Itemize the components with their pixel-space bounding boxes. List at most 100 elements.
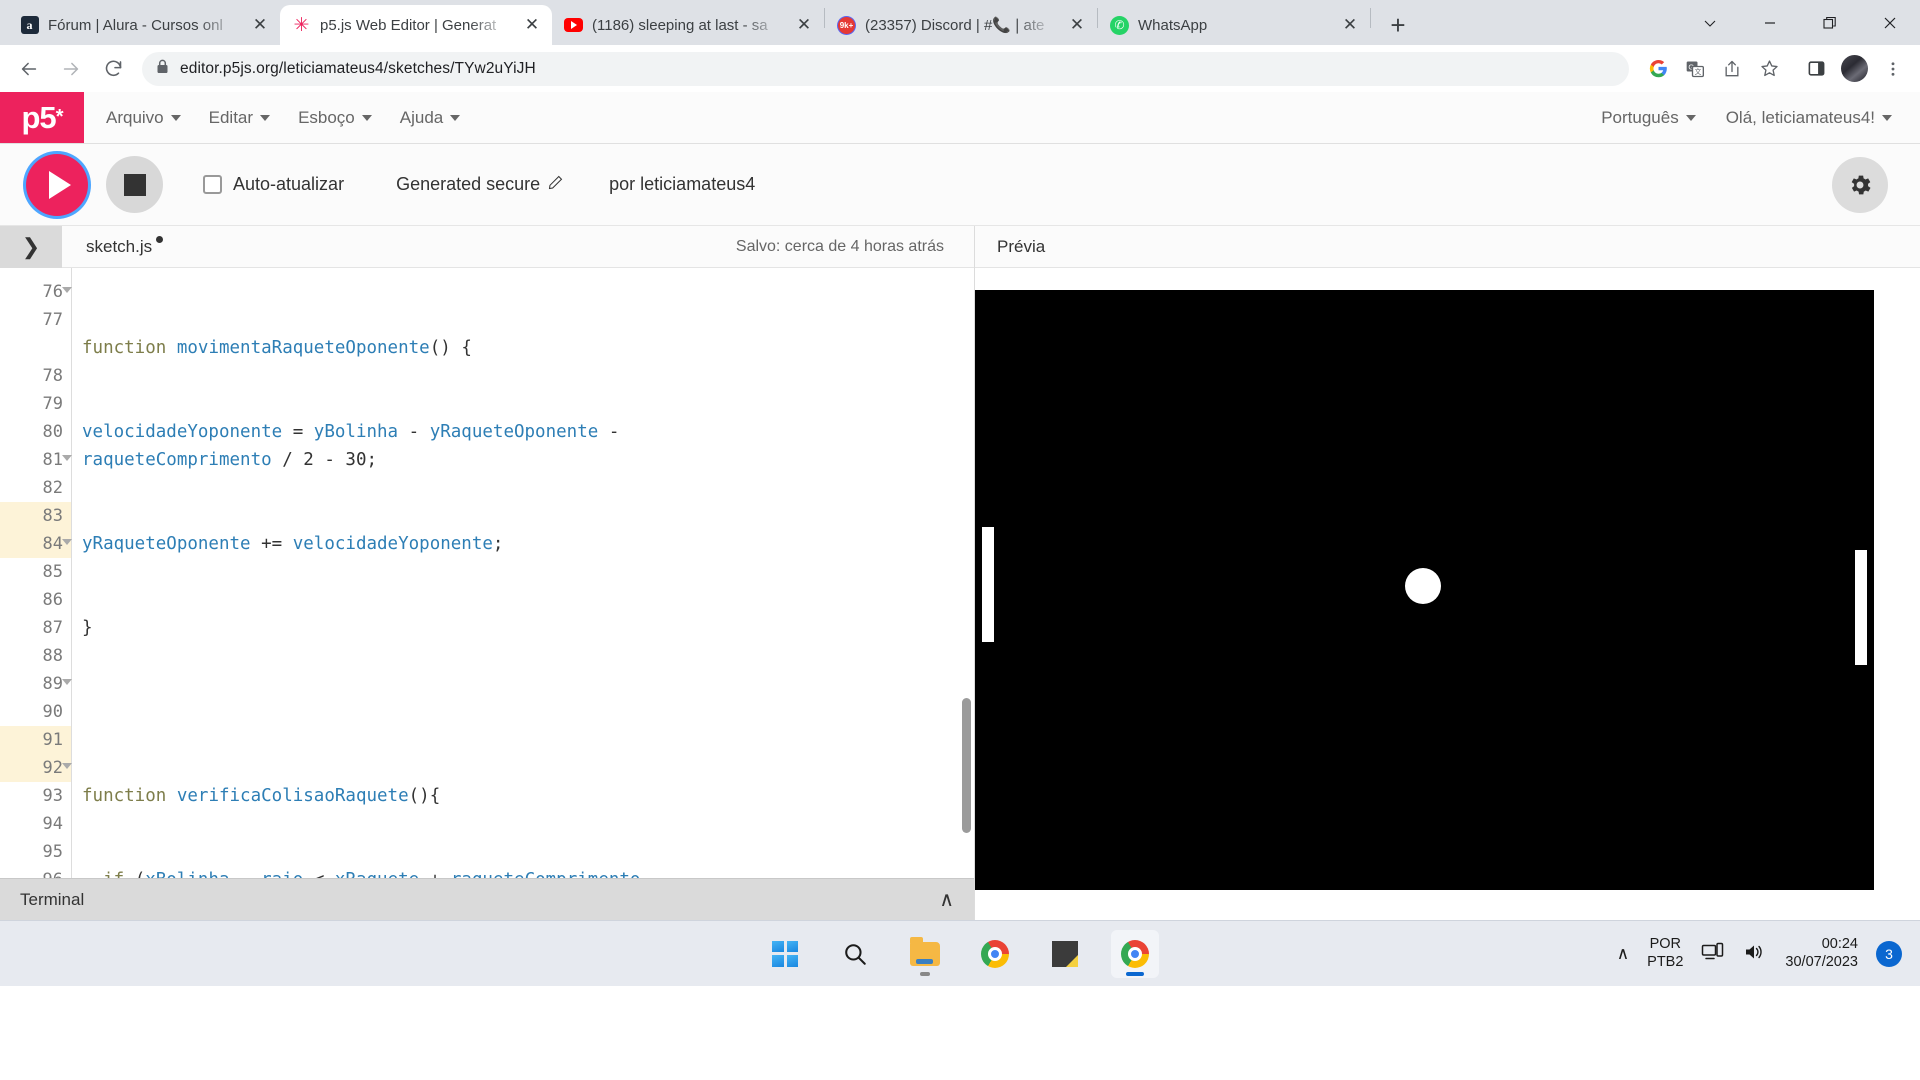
fold-arrow-icon[interactable]: [62, 539, 72, 545]
sticky-notes-icon[interactable]: [1041, 930, 1089, 978]
terminal-bar[interactable]: Terminal ∧: [0, 878, 974, 920]
fold-arrow-icon[interactable]: [62, 287, 72, 293]
close-icon[interactable]: ✕: [520, 13, 544, 37]
line-number[interactable]: 77: [0, 306, 71, 362]
fold-arrow-icon[interactable]: [62, 455, 72, 461]
menu-ajuda[interactable]: Ajuda: [400, 108, 461, 128]
close-icon[interactable]: ✕: [248, 13, 272, 37]
pencil-icon[interactable]: [548, 174, 563, 195]
profile-avatar[interactable]: [1841, 55, 1868, 82]
close-window-icon[interactable]: [1860, 0, 1920, 45]
menu-arquivo[interactable]: Arquivo: [106, 108, 181, 128]
code-line-78[interactable]: yRaqueteOponente += velocidadeYoponente;: [82, 530, 974, 558]
stop-button[interactable]: [106, 156, 163, 213]
back-button[interactable]: [10, 50, 48, 88]
line-number[interactable]: 86: [0, 586, 71, 614]
line-number[interactable]: 96: [0, 866, 71, 878]
language-selector[interactable]: Português: [1601, 108, 1696, 128]
share-icon[interactable]: [1715, 52, 1749, 86]
translate-icon[interactable]: G 文: [1678, 52, 1712, 86]
bookmark-star-icon[interactable]: [1752, 52, 1786, 86]
line-number[interactable]: 81: [0, 446, 72, 474]
code-content[interactable]: function movimentaRaqueteOponente() { ve…: [72, 268, 974, 878]
address-bar[interactable]: editor.p5js.org/leticiamateus4/sketches/…: [142, 51, 1629, 86]
network-icon[interactable]: [1701, 942, 1725, 966]
gear-icon[interactable]: [1832, 156, 1888, 213]
line-number[interactable]: 95: [0, 838, 71, 866]
reload-button[interactable]: [94, 50, 132, 88]
browser-tab-3[interactable]: 9k+ (23357) Discord | #📞❘ate ✕: [825, 5, 1097, 45]
code-line-80[interactable]: [82, 698, 974, 726]
fold-arrow-icon[interactable]: [62, 763, 72, 769]
windows-start-icon[interactable]: [761, 930, 809, 978]
line-number[interactable]: 78: [0, 362, 71, 390]
side-panel-icon[interactable]: [1799, 52, 1833, 86]
search-icon[interactable]: [831, 930, 879, 978]
browser-tab-0[interactable]: a Fórum | Alura - Cursos onl ✕: [8, 5, 280, 45]
clock[interactable]: 00:24 30/07/2023: [1785, 936, 1858, 971]
clock-time: 00:24: [1821, 935, 1858, 952]
play-button[interactable]: [26, 153, 88, 216]
editor-vertical-scrollbar[interactable]: [962, 698, 971, 833]
chrome-icon[interactable]: [971, 930, 1019, 978]
google-icon[interactable]: [1641, 52, 1675, 86]
close-icon[interactable]: ✕: [1338, 13, 1362, 37]
account-menu[interactable]: Olá, leticiamateus4!: [1726, 108, 1892, 128]
menu-editar[interactable]: Editar: [209, 108, 271, 128]
code-line-82[interactable]: if (xBolinha - raio < xRaquete + raquete…: [82, 866, 974, 878]
line-number[interactable]: 93: [0, 782, 71, 810]
line-number[interactable]: 89: [0, 670, 72, 698]
browser-tab-1[interactable]: ✳ p5.js Web Editor | Generat ✕: [280, 5, 552, 45]
close-icon[interactable]: ✕: [792, 13, 816, 37]
line-number[interactable]: 87: [0, 614, 71, 642]
line-number[interactable]: 76: [0, 278, 72, 306]
menu-esboco[interactable]: Esboço: [298, 108, 372, 128]
active-file-name[interactable]: sketch.js: [86, 235, 164, 257]
forward-button[interactable]: [52, 50, 90, 88]
line-number[interactable]: 92: [0, 754, 72, 782]
chrome-active-icon[interactable]: [1111, 929, 1159, 978]
line-number[interactable]: 94: [0, 810, 71, 838]
tray-chevron-up-icon[interactable]: ∧: [1617, 944, 1629, 964]
line-number[interactable]: 83: [0, 502, 71, 530]
minimize-all-icon[interactable]: [1680, 0, 1740, 45]
p5-logo[interactable]: p5 *: [0, 92, 84, 143]
svg-text:文: 文: [1695, 67, 1702, 76]
browser-tab-2[interactable]: (1186) sleeping at last - sa ✕: [552, 5, 824, 45]
auto-refresh-control[interactable]: Auto-atualizar: [203, 174, 344, 195]
sketch-canvas[interactable]: [975, 290, 1874, 890]
browser-tab-4[interactable]: ✆ WhatsApp ✕: [1098, 5, 1370, 45]
volume-icon[interactable]: [1743, 942, 1767, 966]
maximize-restore-icon[interactable]: [1800, 0, 1860, 45]
line-number[interactable]: 80: [0, 418, 71, 446]
line-number[interactable]: 85: [0, 558, 71, 586]
fold-arrow-icon[interactable]: [62, 679, 72, 685]
code-line-76[interactable]: function movimentaRaqueteOponente() {: [82, 334, 974, 362]
code-line-79[interactable]: }: [82, 614, 974, 642]
chevron-up-icon[interactable]: ∧: [939, 887, 954, 912]
browser-tab-strip: a Fórum | Alura - Cursos onl ✕ ✳ p5.js W…: [0, 0, 1920, 45]
line-number[interactable]: 84: [0, 530, 72, 558]
auto-refresh-checkbox[interactable]: [203, 175, 222, 194]
sketch-name[interactable]: Generated secure: [396, 174, 563, 195]
chrome-menu-icon[interactable]: [1876, 52, 1910, 86]
sidebar-toggle-button[interactable]: ❯: [0, 225, 62, 268]
line-number[interactable]: 91: [0, 726, 71, 754]
line-number[interactable]: 90: [0, 698, 71, 726]
code-line-77[interactable]: velocidadeYoponente = yBolinha - yRaquet…: [82, 418, 974, 474]
close-icon[interactable]: ✕: [1065, 13, 1089, 37]
file-explorer-icon[interactable]: [901, 930, 949, 978]
line-number[interactable]: 88: [0, 642, 71, 670]
url-text: editor.p5js.org/leticiamateus4/sketches/…: [180, 59, 536, 77]
new-tab-button[interactable]: +: [1381, 8, 1415, 42]
code-editor[interactable]: 76 77 78 79 80 81 82 83 84 85 86 87 88 8…: [0, 268, 974, 878]
notification-badge[interactable]: 3: [1876, 940, 1902, 967]
p5-icon: ✳: [293, 14, 310, 36]
line-number[interactable]: 79: [0, 390, 71, 418]
line-number[interactable]: 82: [0, 474, 71, 502]
code-line-81[interactable]: function verificaColisaoRaquete(){: [82, 782, 974, 810]
minimize-icon[interactable]: [1740, 0, 1800, 45]
main-area: ❯ sketch.js Salvo: cerca de 4 horas atrá…: [0, 225, 1920, 920]
language-indicator[interactable]: POR PTB2: [1647, 936, 1683, 971]
menu-label: Esboço: [298, 107, 355, 127]
